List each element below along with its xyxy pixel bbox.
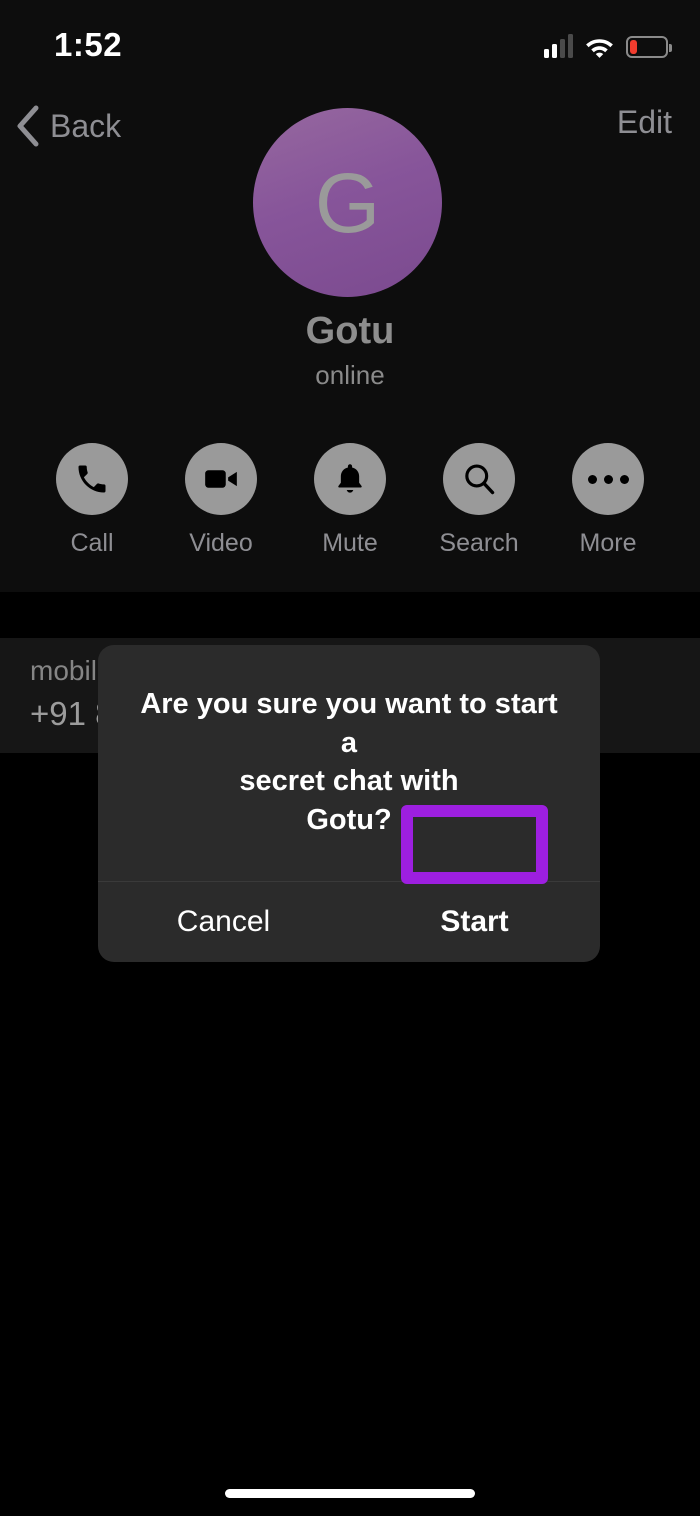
start-button[interactable]: Start	[349, 882, 600, 962]
phone-screen: 1:52 Back Edit G Gotu online Call Video …	[0, 0, 700, 1516]
dialog-message: Are you sure you want to start a secret …	[140, 688, 558, 836]
cancel-button[interactable]: Cancel	[98, 882, 349, 962]
dialog-button-row: Cancel Start	[98, 882, 600, 962]
home-indicator[interactable]	[225, 1489, 475, 1498]
confirm-dialog: Are you sure you want to start a secret …	[98, 645, 600, 963]
